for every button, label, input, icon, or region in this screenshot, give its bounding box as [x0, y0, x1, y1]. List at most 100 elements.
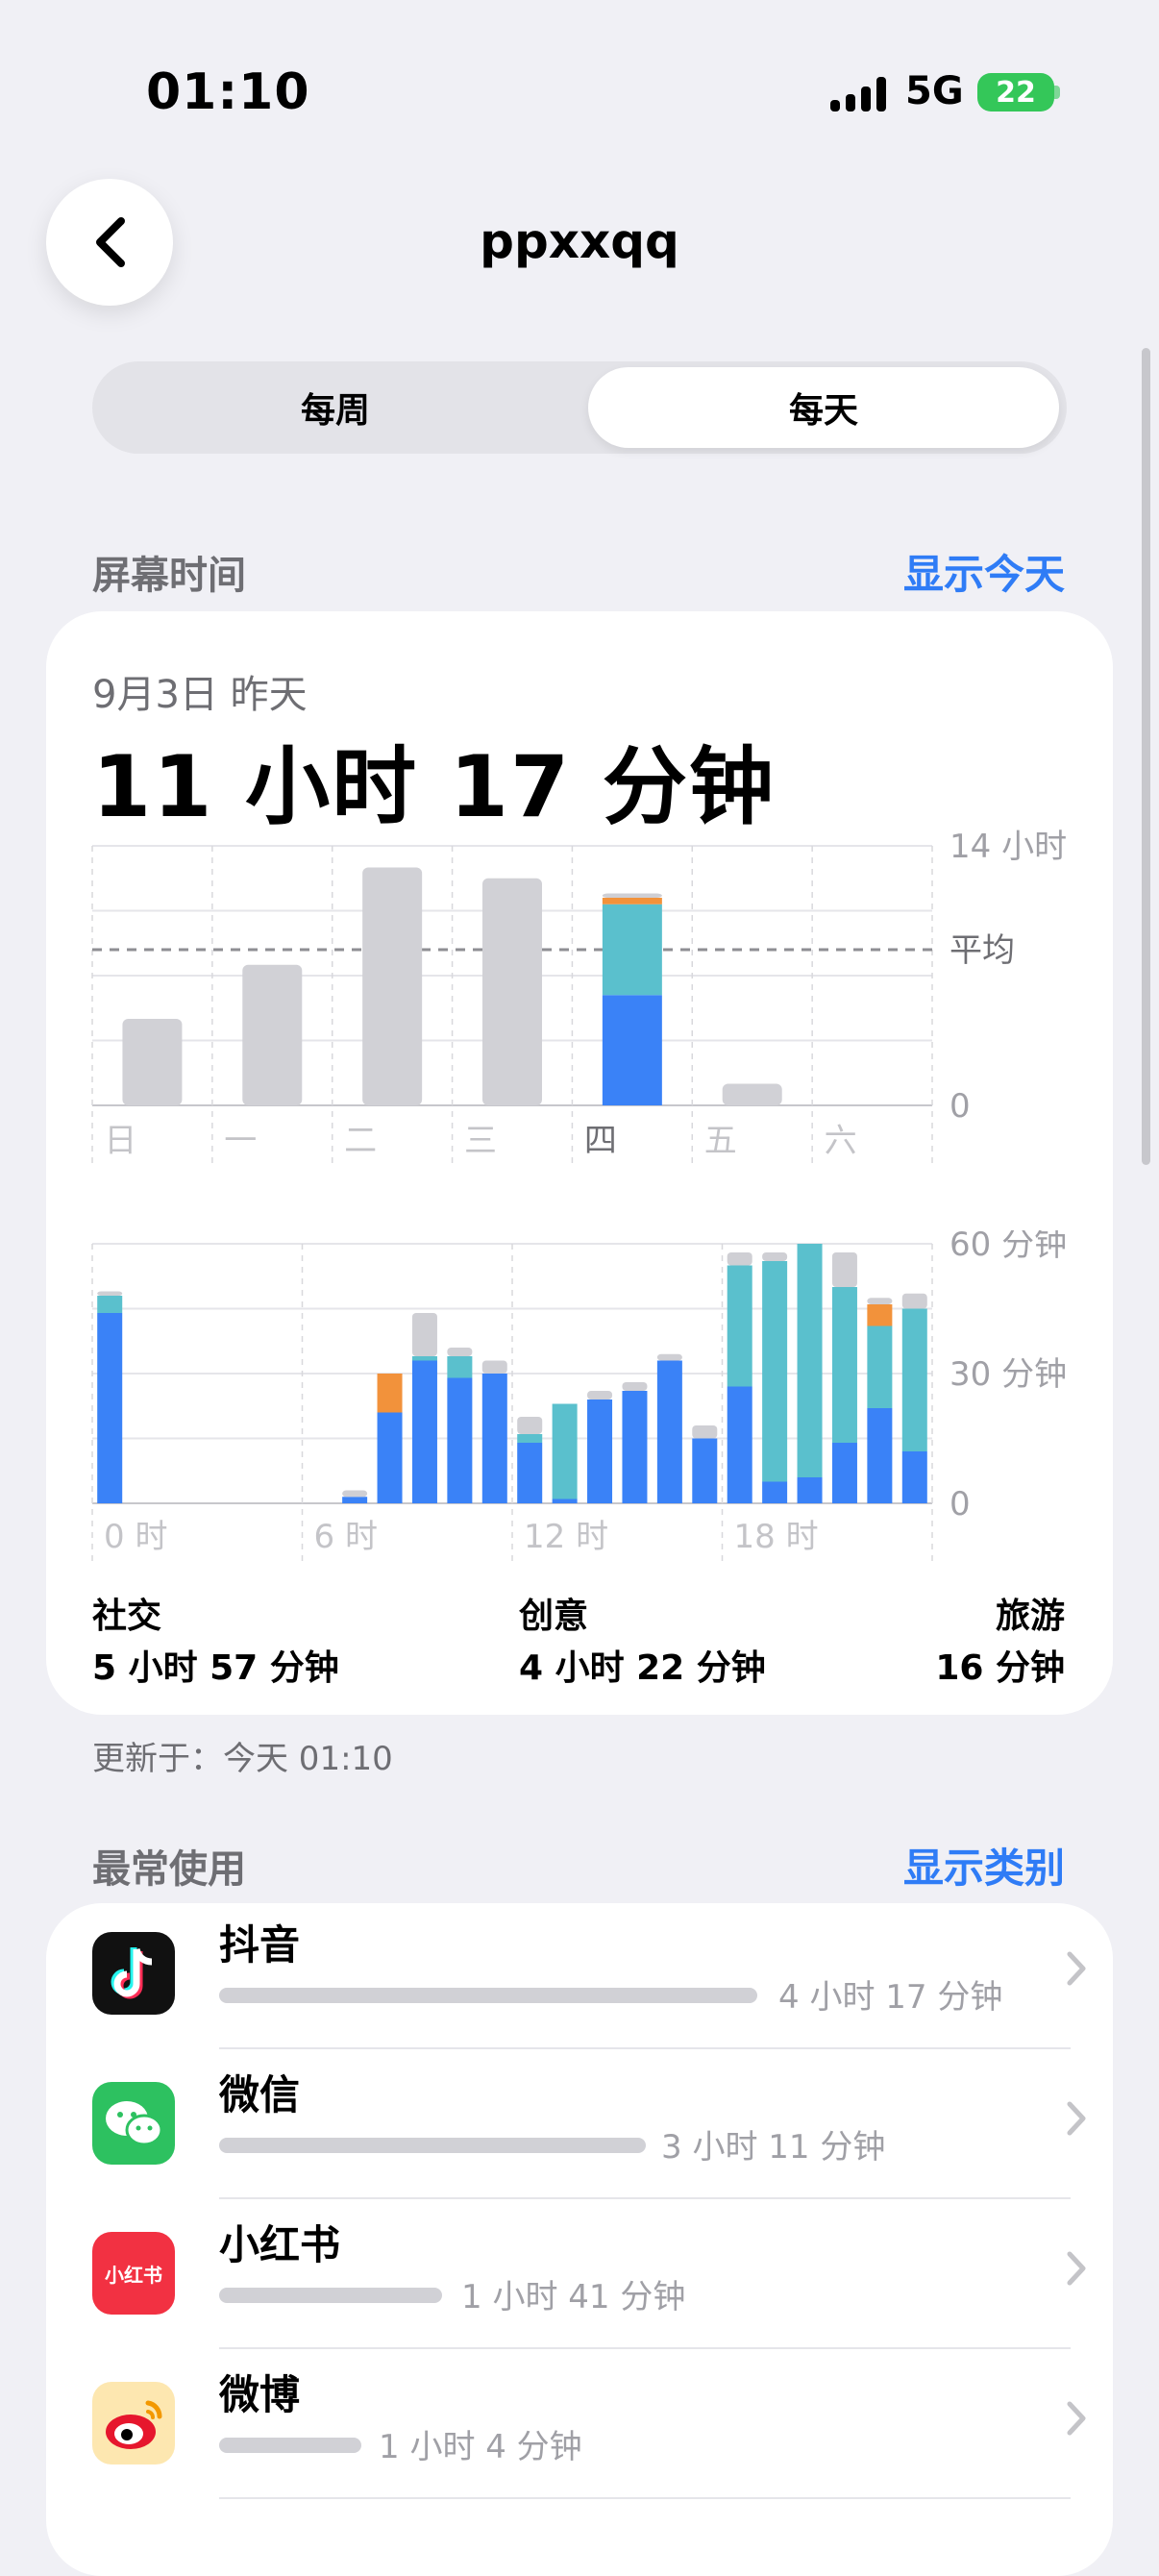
day-bar — [122, 1019, 183, 1105]
bar-segment-创意 — [602, 904, 662, 996]
hour-bar-segment-社交 — [901, 1451, 927, 1503]
hour-bar-segment-创意 — [762, 1261, 788, 1482]
x-tick-label: 18 时 — [734, 1518, 819, 1556]
app-usage-bar — [219, 2438, 361, 2453]
app-name: 微信 — [219, 2071, 301, 2118]
app-row-douyin[interactable]: 抖音 4 小时 17 分钟 — [46, 1899, 1113, 2049]
chevron-right-icon — [1067, 1951, 1086, 1986]
app-name: 小红书 — [219, 2221, 341, 2268]
hour-bar-segment-其他 — [762, 1252, 788, 1261]
hour-bar-segment-社交 — [587, 1399, 613, 1503]
y-tick-label: 60 分钟 — [949, 1230, 1067, 1264]
hour-bar-segment-社交 — [97, 1313, 123, 1503]
daily-usage-chart: 日 一 二 三 四 五 六 14 小时平均 0 — [91, 828, 1067, 1163]
hour-bar-segment-其他 — [481, 1360, 507, 1374]
day-tick-label: 一 — [224, 1122, 257, 1160]
chevron-right-icon — [1067, 2401, 1086, 2436]
total-screen-time: 11 小时 17 分钟 — [92, 737, 776, 836]
hour-bar-segment-其他 — [411, 1313, 437, 1356]
hour-bar-segment-社交 — [692, 1438, 718, 1503]
category-label-creative: 创意 — [519, 1597, 589, 1636]
category-value-social: 5 小时 57 分钟 — [92, 1648, 339, 1688]
hour-bar-segment-创意 — [517, 1434, 543, 1443]
hour-bar-segment-其他 — [517, 1417, 543, 1434]
app-usage-time: 3 小时 11 分钟 — [661, 2128, 886, 2167]
app-usage-time: 4 小时 17 分钟 — [778, 1978, 1003, 2017]
category-value-travel: 16 分钟 — [935, 1648, 1065, 1688]
x-tick-label: 0 时 — [104, 1518, 167, 1556]
app-usage-time: 1 小时 4 分钟 — [379, 2428, 582, 2466]
hour-bar-segment-社交 — [797, 1477, 823, 1503]
day-tick-label: 五 — [704, 1122, 737, 1160]
day-bar — [722, 1083, 782, 1105]
segment-weekly[interactable]: 每周 — [100, 367, 571, 448]
wechat-app-icon — [92, 2082, 175, 2165]
y-tick-label: 0 — [949, 1485, 971, 1523]
y-tick-label: 0 — [949, 1087, 971, 1126]
day-bar — [242, 964, 303, 1105]
segment-daily[interactable]: 每天 — [588, 367, 1059, 448]
hourly-usage-chart: 0 时 6 时 12 时 18 时 60 分钟 30 分钟 0 — [91, 1230, 1067, 1563]
hour-bar-segment-社交 — [622, 1391, 648, 1503]
hour-bar-segment-社交 — [342, 1497, 368, 1503]
hour-bar-segment-其他 — [656, 1353, 682, 1361]
hour-bar-segment-创意 — [901, 1308, 927, 1451]
xiaohongshu-app-icon: 小红书 — [92, 2232, 175, 2315]
hour-bar-segment-其他 — [831, 1252, 857, 1287]
period-segmented-control: 每周 每天 — [92, 361, 1067, 454]
hour-bar-segment-社交 — [762, 1481, 788, 1503]
hour-bar-segment-社交 — [447, 1377, 473, 1503]
average-label: 平均 — [949, 931, 1015, 970]
bar-segment-旅游 — [602, 898, 662, 904]
status-time: 01:10 — [146, 63, 310, 121]
app-row-wechat[interactable]: 微信 3 小时 11 分钟 — [46, 2049, 1113, 2199]
day-tick-label: 六 — [825, 1122, 857, 1160]
battery-tip — [1054, 86, 1060, 99]
show-categories-link[interactable]: 显示类别 — [903, 1836, 1065, 1895]
network-type: 5G — [905, 69, 964, 113]
battery-indicator: 22 — [977, 73, 1054, 111]
day-tick-label: 日 — [104, 1122, 136, 1160]
hour-bar-segment-创意 — [97, 1296, 123, 1313]
hour-bar-segment-社交 — [867, 1408, 893, 1503]
chevron-right-icon — [1067, 2101, 1086, 2136]
weibo-app-icon — [92, 2382, 175, 2465]
hour-bar-segment-创意 — [411, 1356, 437, 1361]
x-tick-label: 6 时 — [314, 1518, 378, 1556]
category-label-social: 社交 — [92, 1597, 162, 1636]
app-usage-bar — [219, 2288, 442, 2303]
hour-bar-segment-社交 — [411, 1360, 437, 1503]
y-tick-label: 14 小时 — [949, 828, 1067, 866]
hour-bar-segment-社交 — [377, 1412, 403, 1503]
hour-bar-segment-其他 — [692, 1425, 718, 1439]
day-tick-label: 四 — [584, 1122, 617, 1160]
hour-bar-segment-创意 — [831, 1287, 857, 1443]
category-label-travel: 旅游 — [995, 1597, 1065, 1636]
hour-bar-segment-其他 — [901, 1293, 927, 1309]
hour-bar-segment-旅游 — [377, 1374, 403, 1413]
scrollbar[interactable] — [1142, 348, 1150, 1165]
hour-bar-segment-社交 — [831, 1443, 857, 1503]
date-label: 9月3日 昨天 — [92, 673, 308, 717]
day-bar — [482, 878, 542, 1105]
hour-bar-segment-创意 — [797, 1244, 823, 1477]
hour-bar-segment-创意 — [447, 1356, 473, 1378]
page-title: ppxxqq — [480, 213, 679, 269]
hour-bar-segment-其他 — [867, 1298, 893, 1304]
hour-bar-segment-创意 — [867, 1325, 893, 1408]
show-today-link[interactable]: 显示今天 — [903, 542, 1065, 601]
day-tick-label: 二 — [344, 1122, 377, 1160]
x-tick-label: 12 时 — [524, 1518, 608, 1556]
row-divider — [219, 2497, 1071, 2499]
app-row-weibo[interactable]: 微博 1 小时 4 分钟 — [46, 2349, 1113, 2499]
chevron-right-icon — [1067, 2251, 1086, 2286]
hour-bar-segment-其他 — [587, 1391, 613, 1399]
hour-bar-segment-其他 — [97, 1291, 123, 1296]
category-value-creative: 4 小时 22 分钟 — [519, 1648, 766, 1688]
hour-bar-segment-创意 — [727, 1265, 752, 1387]
hour-bar-segment-社交 — [727, 1386, 752, 1503]
bar-segment-社交 — [602, 995, 662, 1105]
app-row-xiaohongshu[interactable]: 小红书 小红书 1 小时 41 分钟 — [46, 2199, 1113, 2349]
hour-bar-segment-社交 — [552, 1499, 578, 1503]
hour-bar-segment-其他 — [342, 1490, 368, 1498]
